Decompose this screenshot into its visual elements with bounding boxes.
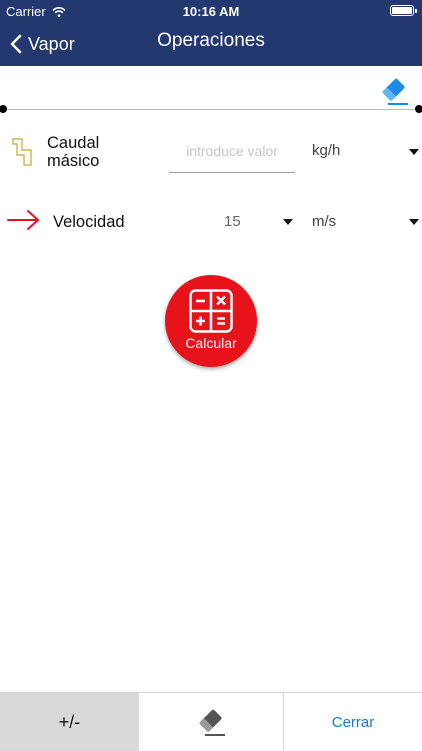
mass-flow-row: Caudal másico kg/h xyxy=(0,128,422,178)
velocity-unit-dropdown-icon[interactable] xyxy=(409,219,419,225)
calculate-label: Calcular xyxy=(185,335,237,351)
mass-flow-input[interactable] xyxy=(169,136,295,166)
velocity-unit-selector[interactable]: m/s xyxy=(312,213,336,230)
chevron-left-icon xyxy=(10,34,22,54)
sign-toggle-button[interactable]: +/- xyxy=(0,693,139,751)
bottom-toolbar: +/- Cerrar xyxy=(0,692,422,751)
display-underline xyxy=(2,109,420,110)
velocity-row: Velocidad 15 m/s xyxy=(0,198,422,248)
calculate-button[interactable]: Calcular xyxy=(165,275,257,367)
navigation-bar: Vapor Operaciones xyxy=(0,22,422,66)
display-right-dot xyxy=(415,105,422,113)
close-label: Cerrar xyxy=(331,713,375,731)
mass-flow-unit-dropdown-icon[interactable] xyxy=(409,149,419,155)
mass-flow-input-wrapper xyxy=(169,136,295,173)
back-button[interactable]: Vapor xyxy=(10,30,75,58)
status-bar: Carrier 10:16 AM xyxy=(0,0,422,22)
erase-button[interactable] xyxy=(139,693,284,751)
calculator-icon xyxy=(189,289,233,333)
result-display xyxy=(0,66,422,113)
velocity-label: Velocidad xyxy=(53,213,125,231)
display-left-dot xyxy=(0,105,7,113)
pipe-segment-icon xyxy=(12,138,32,166)
sign-toggle-label: +/- xyxy=(58,711,81,732)
eraser-icon xyxy=(199,709,225,736)
velocity-value-dropdown-icon[interactable] xyxy=(283,219,293,225)
mass-flow-unit-selector[interactable]: kg/h xyxy=(312,142,340,159)
battery-icon xyxy=(390,5,417,16)
close-button[interactable]: Cerrar xyxy=(284,693,422,751)
back-label: Vapor xyxy=(28,33,75,54)
mass-flow-label: Caudal másico xyxy=(47,134,100,170)
arrow-right-icon xyxy=(7,210,39,230)
status-time: 10:16 AM xyxy=(182,4,240,19)
top-bar: Carrier 10:16 AM Vapor Operaciones xyxy=(0,0,422,66)
velocity-value-selector[interactable]: 15 xyxy=(224,213,241,230)
clear-display-eraser-icon[interactable] xyxy=(378,74,410,108)
